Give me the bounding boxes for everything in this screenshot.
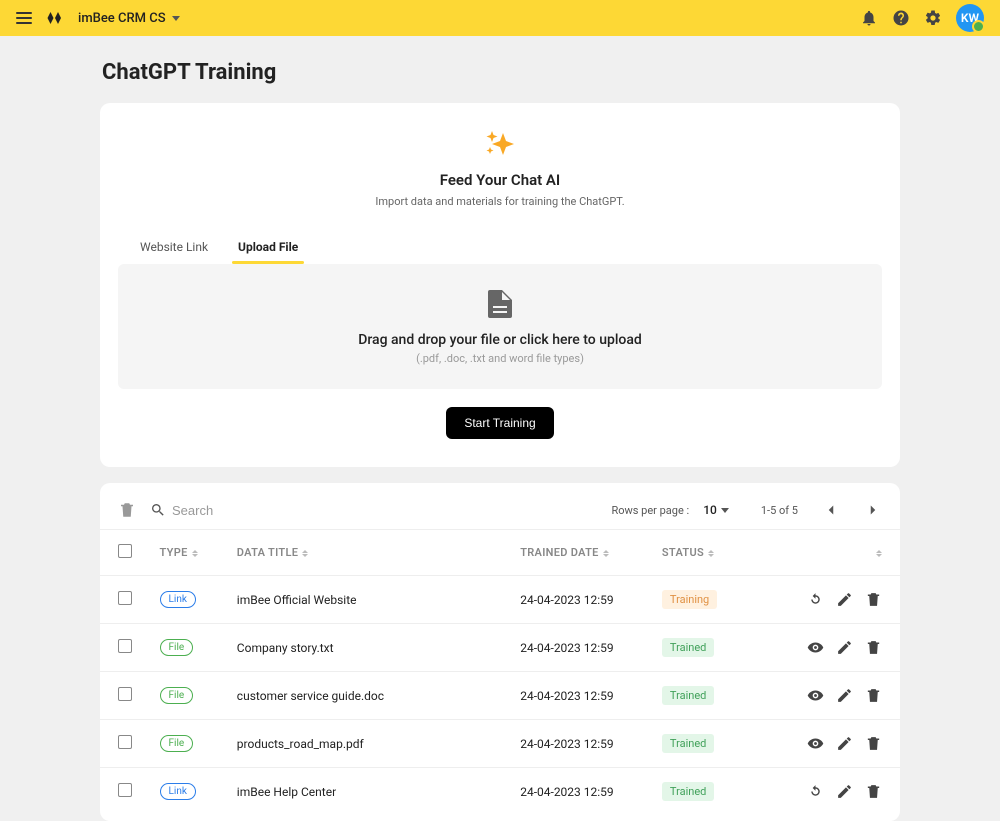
col-date-header[interactable]: TRAINED DATE — [520, 546, 598, 559]
trained-date: 24-04-2023 12:59 — [512, 768, 654, 816]
status-badge: Trained — [662, 782, 714, 801]
table-row: Link imBee Help Center24-04-2023 12:59 Tra… — [100, 768, 900, 816]
refresh-icon[interactable] — [807, 783, 824, 800]
edit-icon[interactable] — [836, 591, 853, 608]
edit-icon[interactable] — [836, 687, 853, 704]
data-title: imBee Help Center — [229, 768, 512, 816]
sort-icon — [302, 550, 308, 557]
table-row: Link imBee Official Website24-04-2023 12:… — [100, 576, 900, 624]
delete-icon[interactable] — [865, 735, 882, 752]
trained-date: 24-04-2023 12:59 — [512, 672, 654, 720]
gear-icon[interactable] — [924, 9, 942, 27]
status-badge: Trained — [662, 638, 714, 657]
feed-desc: Import data and materials for training t… — [140, 195, 860, 208]
refresh-icon[interactable] — [807, 591, 824, 608]
next-page-icon[interactable] — [864, 501, 882, 519]
table-row: File products_road_map.pdf24-04-2023 12:5… — [100, 720, 900, 768]
app-name: imBee CRM CS — [78, 11, 166, 26]
edit-icon[interactable] — [836, 639, 853, 656]
row-checkbox[interactable] — [118, 783, 132, 797]
col-title-header[interactable]: DATA TITLE — [237, 546, 298, 559]
topbar-left: imBee CRM CS — [16, 9, 180, 27]
dropzone[interactable]: Drag and drop your file or click here to… — [118, 264, 882, 389]
data-title: customer service guide.doc — [229, 672, 512, 720]
training-data-table: TYPE DATA TITLE TRAINED DATE STATUS Link… — [100, 529, 900, 815]
prev-page-icon[interactable] — [822, 501, 840, 519]
sparkle-icon — [485, 131, 515, 161]
rows-per-page-select[interactable]: 10 — [703, 503, 729, 517]
chevron-down-icon — [172, 16, 180, 21]
topbar: imBee CRM CS KW — [0, 0, 1000, 36]
row-checkbox[interactable] — [118, 639, 132, 653]
data-title: imBee Official Website — [229, 576, 512, 624]
data-table-card: Rows per page : 10 1-5 of 5 TYPE DATA TI… — [100, 483, 900, 821]
edit-icon[interactable] — [836, 735, 853, 752]
rows-per-page-label: Rows per page : — [611, 504, 689, 517]
logo-icon — [46, 9, 64, 27]
chevron-down-icon — [721, 508, 729, 513]
app-switcher[interactable]: imBee CRM CS — [78, 11, 180, 26]
menu-icon[interactable] — [16, 12, 32, 24]
drop-text: Drag and drop your file or click here to… — [138, 332, 862, 348]
table-row: File Company story.txt24-04-2023 12:59 Tra… — [100, 624, 900, 672]
help-icon[interactable] — [892, 9, 910, 27]
trained-date: 24-04-2023 12:59 — [512, 720, 654, 768]
delete-icon[interactable] — [865, 783, 882, 800]
trained-date: 24-04-2023 12:59 — [512, 624, 654, 672]
status-badge: Trained — [662, 686, 714, 705]
row-checkbox[interactable] — [118, 591, 132, 605]
delete-icon[interactable] — [865, 639, 882, 656]
tab-website-link[interactable]: Website Link — [140, 230, 208, 264]
select-all-checkbox[interactable] — [118, 544, 132, 558]
delete-bulk-icon[interactable] — [118, 501, 136, 519]
col-status-header[interactable]: STATUS — [662, 546, 704, 559]
sort-icon — [603, 550, 609, 557]
tab-upload-file[interactable]: Upload File — [238, 230, 298, 264]
start-training-button[interactable]: Start Training — [446, 407, 553, 439]
delete-icon[interactable] — [865, 687, 882, 704]
type-badge: File — [160, 687, 194, 704]
data-title: Company story.txt — [229, 624, 512, 672]
topbar-right: KW — [860, 4, 984, 32]
bell-icon[interactable] — [860, 9, 878, 27]
view-icon[interactable] — [807, 735, 824, 752]
drop-hint: (.pdf, .doc, .txt and word file types) — [138, 352, 862, 365]
status-badge: Training — [662, 590, 717, 609]
avatar[interactable]: KW — [956, 4, 984, 32]
file-icon — [488, 290, 512, 322]
upload-tabs: Website Link Upload File — [100, 230, 900, 264]
upload-card: Feed Your Chat AI Import data and materi… — [100, 103, 900, 467]
edit-icon[interactable] — [836, 783, 853, 800]
col-type-header[interactable]: TYPE — [160, 546, 188, 559]
sort-icon — [708, 550, 714, 557]
page-title: ChatGPT Training — [102, 60, 900, 85]
type-badge: File — [160, 639, 194, 656]
type-badge: Link — [160, 783, 196, 800]
trained-date: 24-04-2023 12:59 — [512, 576, 654, 624]
data-title: products_road_map.pdf — [229, 720, 512, 768]
search-input[interactable] — [172, 503, 292, 518]
type-badge: Link — [160, 591, 196, 608]
pagination-range: 1-5 of 5 — [761, 504, 798, 517]
type-badge: File — [160, 735, 194, 752]
view-icon[interactable] — [807, 687, 824, 704]
status-badge: Trained — [662, 734, 714, 753]
row-checkbox[interactable] — [118, 687, 132, 701]
sort-icon — [876, 550, 882, 557]
search-icon — [150, 502, 166, 518]
row-checkbox[interactable] — [118, 735, 132, 749]
table-row: File customer service guide.doc24-04-2023… — [100, 672, 900, 720]
feed-title: Feed Your Chat AI — [140, 171, 860, 189]
sort-icon — [192, 550, 198, 557]
delete-icon[interactable] — [865, 591, 882, 608]
view-icon[interactable] — [807, 639, 824, 656]
